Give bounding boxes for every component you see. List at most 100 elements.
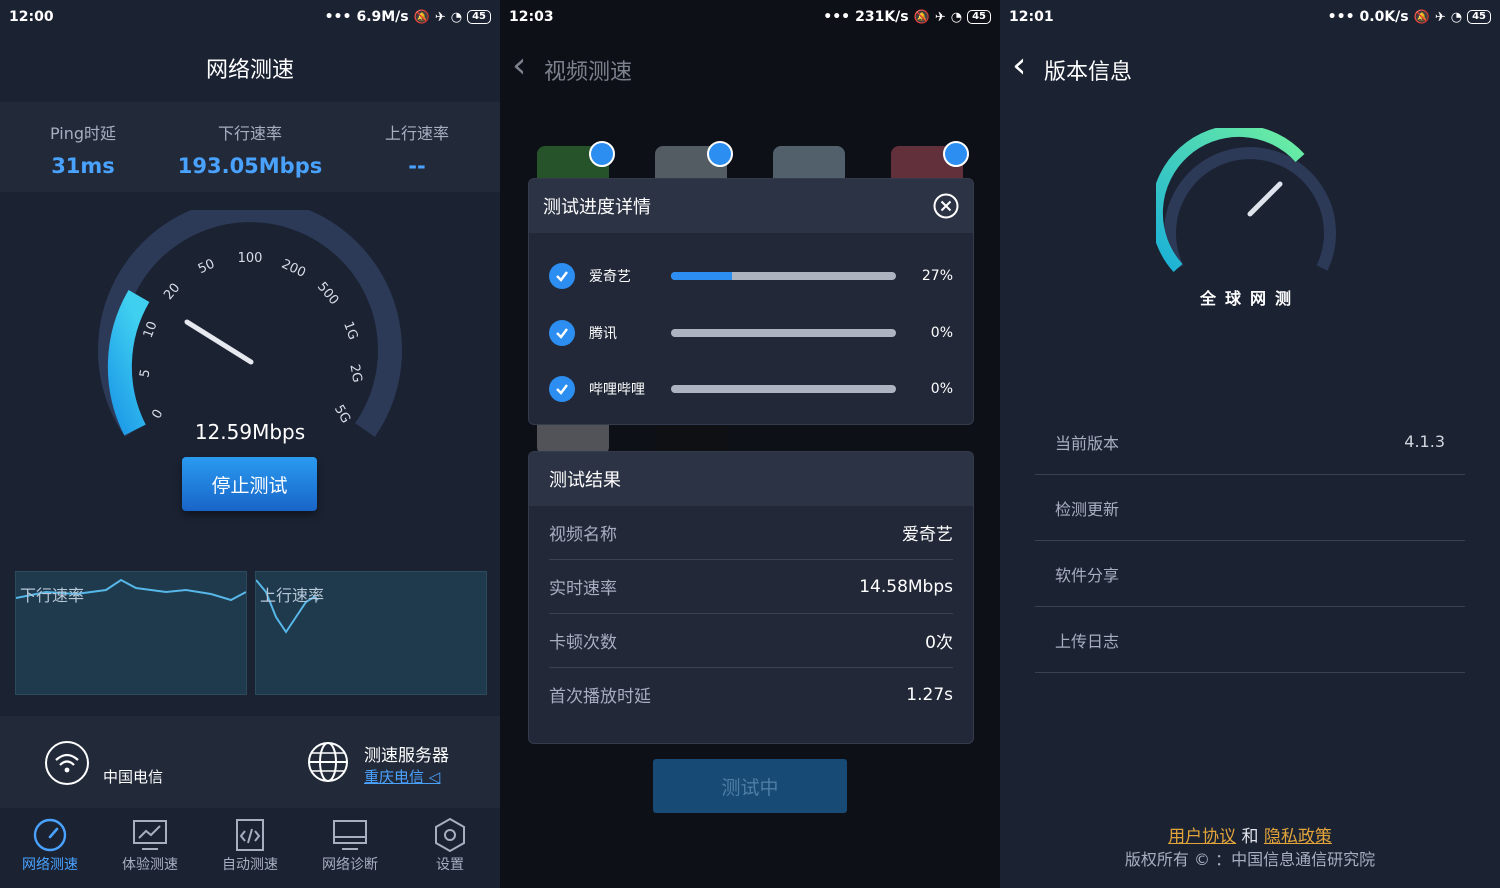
version-menu: 当前版本 4.1.3 检测更新 软件分享 上传日志 bbox=[1035, 409, 1465, 673]
back-chevron-icon[interactable]: ‹ bbox=[1012, 48, 1026, 84]
row-share-app[interactable]: 软件分享 bbox=[1035, 541, 1465, 607]
nav-item-auto[interactable]: 自动测速 bbox=[200, 808, 300, 888]
check-icon bbox=[589, 141, 615, 167]
result-value: 14.58Mbps bbox=[859, 576, 953, 597]
isp-name: 中国电信 bbox=[103, 768, 164, 786]
progress-name: 爱奇艺 bbox=[589, 269, 631, 285]
progress-detail-card: 测试进度详情 爱奇艺 27% 腾讯 0% 哔哩哔哩 0% bbox=[528, 178, 974, 425]
checked-icon[interactable] bbox=[549, 320, 575, 346]
row-label[interactable]: 软件分享 bbox=[1055, 562, 1119, 586]
row-upload-log[interactable]: 上传日志 bbox=[1035, 607, 1465, 673]
user-agreement-link[interactable]: 用户协议 bbox=[1168, 827, 1236, 847]
status-bar: 12:00 ••• 6.9M/s 🔕 ✈ ◔ 45 bbox=[0, 0, 500, 34]
ping-label: Ping时延 bbox=[49, 124, 117, 143]
progress-row-tencent: 腾讯 0% bbox=[549, 318, 953, 348]
video-speedtest-screen: 12:03 ••• 231K/s 🔕 ✈ ◔ 45 ‹ 视频测速 测试进度详情 … bbox=[500, 0, 1000, 888]
close-icon[interactable] bbox=[933, 193, 959, 219]
download-graph-label: 下行速率 bbox=[20, 586, 85, 605]
hexagon-gear-icon bbox=[435, 817, 465, 853]
row-check-update[interactable]: 检测更新 bbox=[1035, 475, 1465, 541]
download-graph: 下行速率 bbox=[15, 571, 247, 695]
row-label[interactable]: 检测更新 bbox=[1055, 496, 1119, 520]
airplane-icon: ✈ bbox=[1434, 9, 1446, 25]
row-current-version: 当前版本 4.1.3 bbox=[1035, 409, 1465, 475]
nav-label: 网络诊断 bbox=[322, 857, 378, 873]
check-icon bbox=[707, 141, 733, 167]
server-name[interactable]: 重庆电信 bbox=[364, 768, 424, 786]
back-chevron-icon[interactable]: ‹ bbox=[512, 48, 526, 84]
result-card-title: 测试结果 bbox=[529, 452, 973, 506]
status-bar: 12:03 ••• 231K/s 🔕 ✈ ◔ 45 bbox=[500, 0, 1000, 34]
download-value: 193.05Mbps bbox=[177, 154, 323, 178]
progress-percent: 0% bbox=[930, 325, 953, 341]
result-value: 0次 bbox=[925, 633, 953, 653]
nav-label: 网络测速 bbox=[22, 857, 78, 873]
page-title: 网络测速 bbox=[0, 34, 500, 102]
net-speed-prefix: ••• bbox=[823, 9, 851, 25]
upload-stat: 上行速率 -- bbox=[334, 120, 500, 178]
net-speed-prefix: ••• bbox=[1327, 9, 1355, 25]
privacy-policy-link[interactable]: 隐私政策 bbox=[1264, 827, 1332, 847]
copyright-text: 版权所有 © ：中国信息通信研究院 bbox=[1124, 850, 1376, 869]
airplane-icon: ✈ bbox=[434, 9, 446, 25]
app-logo-icon bbox=[1156, 128, 1336, 273]
nav-item-diagnosis[interactable]: 网络诊断 bbox=[300, 808, 400, 888]
testing-button[interactable]: 测试中 bbox=[653, 759, 847, 813]
nav-label: 自动测速 bbox=[222, 857, 278, 873]
download-label: 下行速率 bbox=[217, 124, 282, 143]
network-speedtest-screen: 12:00 ••• 6.9M/s 🔕 ✈ ◔ 45 网络测速 Ping时延 31… bbox=[0, 0, 500, 888]
server-link[interactable]: 重庆电信 ◁ bbox=[364, 766, 440, 787]
upload-label: 上行速率 bbox=[384, 124, 449, 143]
stats-bar: Ping时延 31ms 下行速率 193.05Mbps 上行速率 -- bbox=[0, 102, 500, 192]
progress-name: 哔哩哔哩 bbox=[589, 382, 645, 398]
progress-bar bbox=[671, 385, 896, 393]
gauge-tick-50: 50 bbox=[196, 257, 217, 278]
progress-bar bbox=[671, 272, 896, 280]
nav-item-speedtest[interactable]: 网络测速 bbox=[0, 808, 100, 888]
test-result-card: 测试结果 视频名称 爱奇艺 实时速率 14.58Mbps 卡顿次数 0次 首次播放时延… bbox=[528, 451, 974, 744]
download-stat: 下行速率 193.05Mbps bbox=[167, 120, 333, 178]
header: ‹ 版本信息 bbox=[1000, 34, 1500, 102]
row-label[interactable]: 上传日志 bbox=[1055, 628, 1119, 652]
progress-row-iqiyi: 爱奇艺 27% bbox=[549, 261, 953, 291]
network-info-bar: 中国电信 测速服务器 重庆电信 ◁ bbox=[0, 716, 500, 808]
nav-item-experience[interactable]: 体验测速 bbox=[100, 808, 200, 888]
mute-icon: 🔕 bbox=[413, 9, 430, 25]
status-time: 12:03 bbox=[509, 9, 554, 25]
upload-value: -- bbox=[408, 154, 426, 178]
wifi-icon: ◔ bbox=[1450, 9, 1463, 25]
gauge-tick-10: 10 bbox=[141, 319, 161, 340]
gauge-tick-2g: 2G bbox=[346, 363, 364, 384]
check-icon bbox=[943, 141, 969, 167]
result-key: 视频名称 bbox=[549, 525, 617, 545]
result-row-stall-count: 卡顿次数 0次 bbox=[549, 614, 953, 668]
checked-icon[interactable] bbox=[549, 376, 575, 402]
server-title: 测速服务器 bbox=[364, 746, 449, 766]
current-speed-reading: 12.59Mbps bbox=[194, 420, 306, 444]
result-value: 1.27s bbox=[906, 684, 953, 705]
progress-fill bbox=[671, 272, 732, 280]
speedometer-icon bbox=[33, 818, 67, 852]
checked-icon[interactable] bbox=[549, 263, 575, 289]
result-key: 实时速率 bbox=[549, 579, 617, 599]
result-row-video-name: 视频名称 爱奇艺 bbox=[549, 506, 953, 560]
row-label: 当前版本 bbox=[1055, 433, 1120, 453]
nav-item-settings[interactable]: 设置 bbox=[400, 808, 500, 888]
ping-stat: Ping时延 31ms bbox=[0, 120, 166, 178]
progress-name: 腾讯 bbox=[589, 326, 617, 342]
progress-card-title: 测试进度详情 bbox=[529, 179, 973, 233]
header: ‹ 视频测速 bbox=[500, 34, 1000, 100]
legal-links: 用户协议 和 隐私政策 bbox=[1000, 822, 1500, 847]
server-change-icon[interactable]: ◁ bbox=[429, 768, 441, 786]
stop-test-button[interactable]: 停止测试 bbox=[182, 457, 317, 511]
status-net-speed: 0.0K/s bbox=[1359, 9, 1409, 25]
bottom-nav: 网络测速 体验测速 自动测速 网络诊断 设置 bbox=[0, 808, 500, 888]
version-value: 4.1.3 bbox=[1404, 432, 1445, 451]
result-key: 首次播放时延 bbox=[549, 687, 651, 707]
nav-label: 设置 bbox=[436, 857, 464, 873]
wifi-icon: ◔ bbox=[950, 9, 963, 25]
version-info-screen: 12:01 ••• 0.0K/s 🔕 ✈ ◔ 45 ‹ 版本信息 全球网测 当前… bbox=[1000, 0, 1500, 888]
result-row-first-play-delay: 首次播放时延 1.27s bbox=[549, 668, 953, 721]
brand-name: 全球网测 bbox=[1199, 289, 1300, 308]
progress-percent: 0% bbox=[930, 381, 953, 397]
